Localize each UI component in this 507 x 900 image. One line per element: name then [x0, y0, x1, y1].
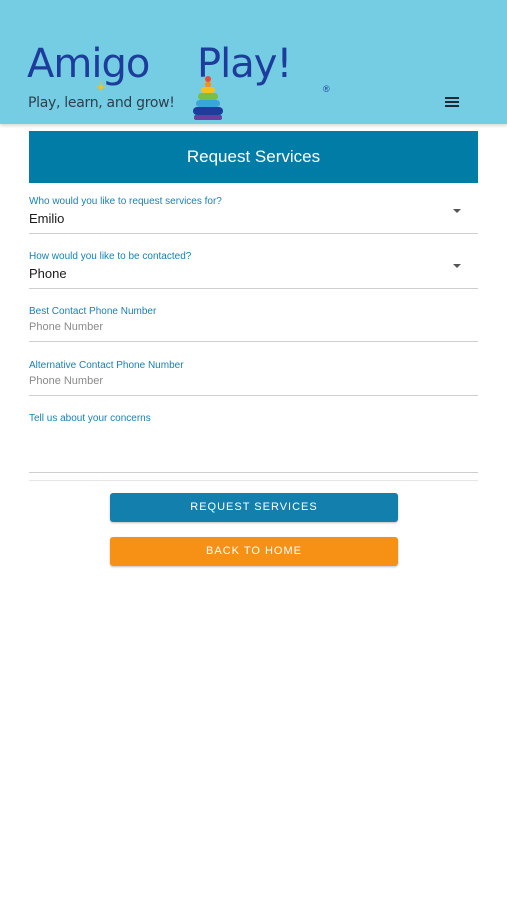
best-phone-field[interactable]: Best Contact Phone Number Phone Number [29, 303, 478, 342]
logo-text-amigo: Amigo [27, 41, 150, 87]
alt-phone-placeholder: Phone Number [29, 375, 103, 387]
back-to-home-button[interactable]: BACK TO HOME [110, 537, 398, 566]
contact-method-value: Phone [29, 266, 67, 281]
tagline: Play, learn, and grow! [28, 95, 175, 111]
sun-icon [96, 82, 106, 92]
request-services-button[interactable]: REQUEST SERVICES [110, 493, 398, 522]
concerns-label: Tell us about your concerns [29, 413, 151, 424]
logo-text-play: Play! [197, 41, 292, 87]
best-phone-label: Best Contact Phone Number [29, 306, 157, 317]
contact-method-select[interactable]: How would you like to be contacted? Phon… [29, 248, 478, 289]
registered-mark: ® [323, 84, 330, 94]
chevron-down-icon [453, 209, 461, 213]
app-logo: Amigo Play! ® [27, 38, 330, 120]
concerns-textarea[interactable]: Tell us about your concerns [29, 411, 478, 473]
best-phone-placeholder: Phone Number [29, 321, 103, 333]
menu-line [445, 97, 459, 99]
chevron-down-icon [453, 264, 461, 268]
menu-line [445, 101, 459, 103]
recipient-value: Emilio [29, 211, 65, 226]
menu-line [445, 105, 459, 107]
app-header: Amigo Play! ® Play, learn, and grow! [0, 0, 507, 124]
alt-phone-field[interactable]: Alternative Contact Phone Number Phone N… [29, 357, 478, 396]
alt-phone-label: Alternative Contact Phone Number [29, 360, 184, 371]
page-title: Request Services [29, 131, 478, 183]
contact-method-label: How would you like to be contacted? [29, 251, 192, 262]
recipient-label: Who would you like to request services f… [29, 196, 222, 207]
hamburger-menu-icon[interactable] [443, 94, 463, 112]
form-divider [29, 480, 478, 481]
recipient-select[interactable]: Who would you like to request services f… [29, 193, 478, 234]
